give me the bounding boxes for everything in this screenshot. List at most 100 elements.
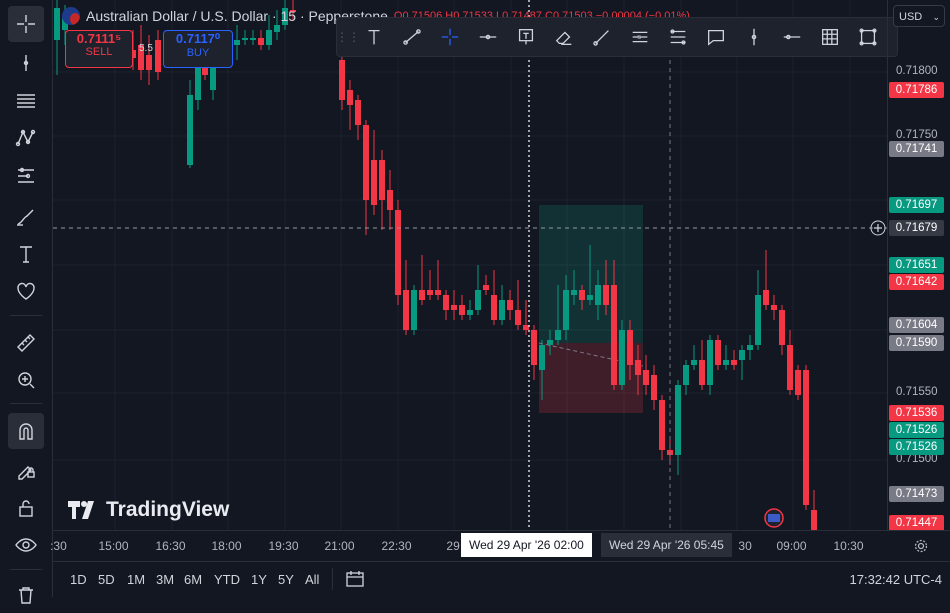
candle-body: [523, 325, 529, 330]
pattern-tool-icon[interactable]: [8, 120, 44, 156]
time-tick: 16:30: [155, 539, 186, 553]
timeframe-3m[interactable]: 3M: [156, 572, 174, 587]
candle-body: [739, 350, 745, 360]
sell-label: SELL: [85, 46, 113, 58]
price-tick: 0.71550: [896, 386, 938, 398]
text-icon[interactable]: [357, 22, 391, 52]
timeframe-1m[interactable]: 1M: [127, 572, 145, 587]
candle-body: [539, 345, 545, 370]
candle-body: [242, 38, 248, 40]
time-tick: 30: [738, 539, 752, 553]
timeframe-1y[interactable]: 1Y: [251, 572, 267, 587]
buy-button[interactable]: 0.7117⁰ BUY: [163, 30, 233, 68]
watermark-text: TradingView: [106, 498, 230, 521]
candle-body: [258, 38, 264, 45]
drag-handle-icon[interactable]: ⋮⋮: [336, 26, 360, 48]
candle-body: [515, 310, 521, 325]
candle-body: [611, 285, 617, 385]
candle-body: [395, 210, 401, 295]
horizontal-ray-icon[interactable]: [471, 22, 505, 52]
date-range-icon[interactable]: [345, 570, 365, 588]
zoom-in-icon[interactable]: [8, 362, 44, 398]
brush-tool-icon[interactable]: [8, 198, 44, 234]
price-chart[interactable]: [53, 0, 887, 530]
candle-body: [755, 295, 761, 345]
marker-time-label: Wed 29 Apr '26 05:45: [601, 533, 732, 557]
unlock-icon[interactable]: [8, 490, 44, 526]
comment-icon[interactable]: [699, 22, 733, 52]
eraser-icon[interactable]: [547, 22, 581, 52]
candle-body: [467, 310, 473, 315]
time-tick: 29: [446, 539, 460, 553]
candle-body: [587, 295, 593, 300]
lock-drawing-icon[interactable]: [8, 451, 44, 487]
sell-button[interactable]: 0.7111⁵ SELL: [65, 30, 133, 68]
candle-body: [683, 365, 689, 385]
timeframe-1d[interactable]: 1D: [70, 572, 87, 587]
trash-icon[interactable]: [8, 577, 44, 613]
crosshair-tool-icon[interactable]: [8, 6, 44, 42]
candle-body: [571, 290, 577, 295]
trend-line-icon[interactable]: [395, 22, 429, 52]
candle-body: [491, 295, 497, 320]
spread-value: 5.5: [139, 43, 153, 54]
timeframe-5y[interactable]: 5Y: [278, 572, 294, 587]
price-label: 0.71526: [889, 422, 944, 438]
candle-body: [347, 90, 353, 105]
utc-clock[interactable]: 17:32:42 UTC-4: [850, 572, 943, 587]
candle-body: [595, 285, 601, 305]
timeframe-5d[interactable]: 5D: [98, 572, 115, 587]
time-tick: 15:00: [98, 539, 129, 553]
candle-body: [747, 345, 753, 350]
candle-body: [363, 125, 369, 200]
price-label: 0.71447: [889, 515, 944, 531]
vertical-line-icon[interactable]: [737, 22, 771, 52]
timeframe-6m[interactable]: 6M: [184, 572, 202, 587]
horizontal-line-icon[interactable]: [775, 22, 809, 52]
candle-body: [803, 370, 809, 505]
parallel-channel-icon[interactable]: S: [623, 22, 657, 52]
candle-body: [379, 160, 385, 200]
ruler-icon[interactable]: [8, 325, 44, 361]
time-tick: 09:00: [776, 539, 807, 553]
candle-body: [266, 30, 272, 45]
candle-body: [603, 285, 609, 305]
fib-retracement-icon[interactable]: [661, 22, 695, 52]
crosshair-line-icon[interactable]: [433, 22, 467, 52]
fib-tool-icon[interactable]: [8, 83, 44, 119]
candle-body: [555, 330, 561, 340]
candle-body: [499, 300, 505, 320]
plus-icon: [874, 224, 882, 232]
time-tick: 19:30: [268, 539, 299, 553]
magnet-icon[interactable]: [8, 413, 44, 449]
buy-label: BUY: [186, 47, 210, 59]
candle-body: [795, 370, 801, 395]
candle-body: [771, 305, 777, 310]
time-tick: 18:00: [211, 539, 242, 553]
ray-icon[interactable]: [585, 22, 619, 52]
toolbar-divider: [332, 568, 333, 590]
candle-body: [811, 510, 817, 530]
sell-price: 0.7111⁵: [76, 31, 122, 46]
gann-box-icon[interactable]: [813, 22, 847, 52]
price-label: 0.71642: [889, 274, 944, 290]
price-label: 0.71473: [889, 486, 944, 502]
candle-body: [579, 290, 585, 300]
text-tool-icon[interactable]: [8, 236, 44, 272]
rectangle-icon[interactable]: [851, 22, 885, 52]
timeframe-all[interactable]: All: [305, 572, 319, 587]
candle-body: [146, 55, 152, 70]
settings-icon[interactable]: [913, 538, 929, 554]
candle-body: [635, 360, 641, 375]
trend-line-tool-icon[interactable]: [8, 45, 44, 81]
candle-body: [507, 300, 513, 310]
candle-body: [475, 290, 481, 310]
timeframe-ytd[interactable]: YTD: [214, 572, 240, 587]
price-label: 0.71526: [889, 439, 944, 455]
text-box-icon[interactable]: [509, 22, 543, 52]
long-position-profit-zone: [539, 205, 643, 343]
forecast-tool-icon[interactable]: [8, 158, 44, 194]
eye-icon[interactable]: [8, 527, 44, 563]
heart-icon[interactable]: [8, 273, 44, 309]
candle-body: [435, 290, 441, 295]
